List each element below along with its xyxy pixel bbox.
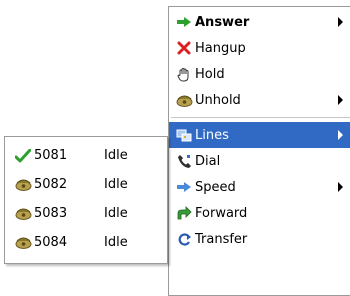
hangup-x-icon <box>175 40 193 56</box>
menu-item-label: Answer <box>195 14 250 30</box>
submenu-arrow-icon <box>338 130 343 140</box>
dial-handset-icon <box>175 153 193 169</box>
menu-item-label: Hold <box>195 66 225 82</box>
line-number: 5082 <box>34 177 68 192</box>
lines-submenu: 5081 Idle 5082 Idle 5083 Idle 5084 Idle <box>4 136 168 264</box>
line-status: Idle <box>104 206 128 221</box>
line-item-5083[interactable]: 5083 Idle <box>5 199 167 228</box>
menu-item-label: Hangup <box>195 40 246 56</box>
line-status: Idle <box>104 148 128 163</box>
menu-item-forward[interactable]: Forward <box>169 200 350 226</box>
submenu-arrow-icon <box>338 182 343 192</box>
forward-icon <box>175 205 193 221</box>
submenu-arrow-icon <box>338 17 343 27</box>
unhold-phone-icon <box>175 92 193 108</box>
submenu-arrow-icon <box>338 95 343 105</box>
answer-arrow-icon <box>175 14 193 30</box>
phone-icon <box>13 178 33 191</box>
context-menu: Answer Hangup Hold Unhold Lines Dial Spe… <box>168 6 350 296</box>
line-item-5081[interactable]: 5081 Idle <box>5 141 167 170</box>
line-item-5082[interactable]: 5082 Idle <box>5 170 167 199</box>
phone-icon <box>13 236 33 249</box>
menu-item-answer[interactable]: Answer <box>169 9 350 35</box>
menu-item-lines[interactable]: Lines <box>169 122 350 148</box>
menu-item-label: Unhold <box>195 92 241 108</box>
line-item-5084[interactable]: 5084 Idle <box>5 228 167 257</box>
phone-icon <box>13 207 33 220</box>
hold-hand-icon <box>175 66 193 82</box>
menu-item-label: Lines <box>195 127 229 143</box>
line-status: Idle <box>104 177 128 192</box>
line-status: Idle <box>104 235 128 250</box>
transfer-icon <box>175 231 193 247</box>
menu-item-label: Speed <box>195 179 236 195</box>
menu-item-hangup[interactable]: Hangup <box>169 35 350 61</box>
menu-item-transfer[interactable]: Transfer <box>169 226 350 252</box>
speed-arrow-icon <box>175 179 193 195</box>
menu-item-speed[interactable]: Speed <box>169 174 350 200</box>
line-number: 5084 <box>34 235 68 250</box>
menu-item-label: Forward <box>195 205 248 221</box>
line-number: 5083 <box>34 206 68 221</box>
menu-item-label: Transfer <box>195 231 248 247</box>
menu-separator <box>171 117 350 118</box>
menu-item-label: Dial <box>195 153 221 169</box>
lines-icon <box>175 127 193 143</box>
checkmark-icon <box>13 148 33 163</box>
menu-item-unhold[interactable]: Unhold <box>169 87 350 113</box>
menu-item-dial[interactable]: Dial <box>169 148 350 174</box>
menu-item-hold[interactable]: Hold <box>169 61 350 87</box>
line-number: 5081 <box>34 148 68 163</box>
